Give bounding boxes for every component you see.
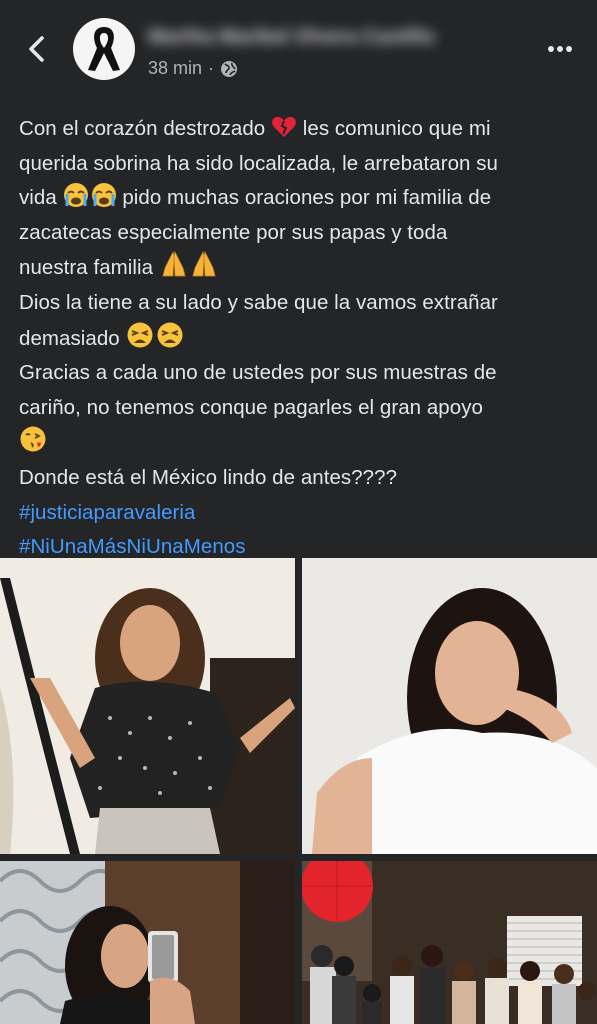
post-line: nuestra familia [19, 250, 579, 286]
post-text-segment: pido muchas oraciones por mi familia de [122, 186, 492, 210]
post-line: Donde está el México lindo de antes???? [19, 465, 398, 489]
post-line: Dios la tiene a su lado y sabe que la va… [19, 290, 498, 314]
post-text: Con el corazón destrozado les comunico q… [19, 112, 579, 565]
photo-1[interactable] [0, 558, 295, 854]
hashtag-link[interactable]: #justiciaparavaleria [19, 496, 579, 531]
post-text-segment: demasiado [19, 326, 120, 350]
post-line: querida sobrina ha sido localizada, le a… [19, 151, 499, 175]
post-meta: 38 min · [148, 58, 238, 79]
back-chevron-icon[interactable] [22, 32, 52, 66]
photo-3[interactable] [0, 861, 295, 1024]
folded-hands-icon [162, 251, 216, 277]
more-options-icon[interactable] [545, 34, 575, 64]
photo-3-image [0, 861, 295, 1024]
post-text-segment: vida [19, 186, 57, 210]
post-header: Martha Maribel Olvera Castillo 38 min · [0, 0, 597, 100]
post-text-segment: les comunico que mi [302, 117, 491, 140]
post-line [19, 425, 579, 461]
author-avatar[interactable] [73, 18, 135, 80]
mourning-ribbon-icon [88, 27, 120, 71]
post-line: demasiado [19, 321, 579, 357]
face-blowing-kiss-icon [20, 426, 46, 452]
author-name[interactable]: Martha Maribel Olvera Castillo [148, 26, 478, 52]
photo-1-image [0, 558, 295, 854]
post-line: Gracias a cada uno de ustedes por sus mu… [19, 361, 497, 385]
broken-heart-icon [272, 116, 296, 137]
photo-2-image [302, 558, 597, 854]
loudly-crying-face-icon [63, 183, 116, 208]
post-line: cariño, no tenemos conque pagarles el gr… [19, 395, 483, 419]
photo-grid [0, 558, 597, 1024]
post-text-segment: nuestra familia [19, 256, 154, 280]
post-time[interactable]: 38 min [148, 58, 202, 79]
weary-face-icon [127, 322, 182, 348]
post-line: Con el corazón destrozado les comunico q… [19, 112, 579, 147]
meta-separator: · [208, 58, 215, 78]
post-text-segment: Con el corazón destrozado [19, 117, 266, 140]
globe-icon [221, 60, 238, 77]
photo-4-image [302, 861, 597, 1024]
post-line: zacatecas especialmente por sus papas y … [19, 220, 448, 244]
post-line: vida pido muchas oraciones por mi famili… [19, 181, 579, 216]
photo-2[interactable] [302, 558, 597, 854]
photo-4[interactable] [302, 861, 597, 1024]
